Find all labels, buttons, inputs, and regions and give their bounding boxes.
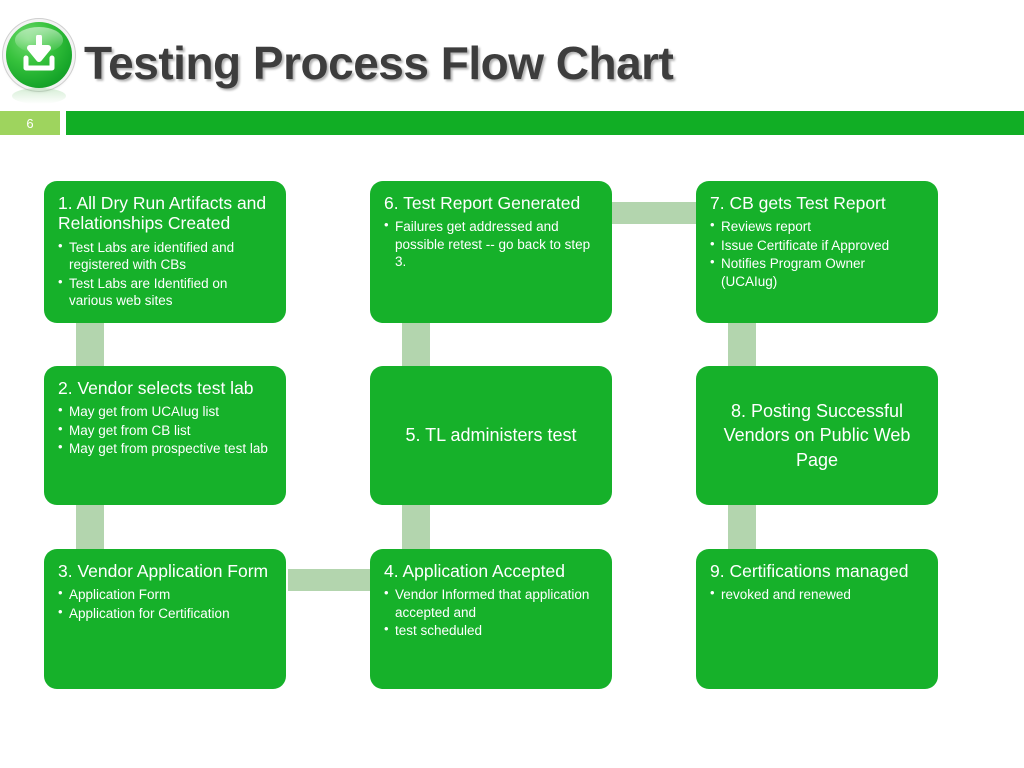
flow-node-6-bullets: Failures get addressed and possible rete… [384, 217, 598, 271]
connector-6-7 [612, 202, 700, 224]
connector-4-5 [402, 503, 430, 551]
flow-node-2-title: 2. Vendor selects test lab [58, 378, 254, 398]
list-item: Notifies Program Owner (UCAIug) [710, 254, 924, 290]
flow-node-6[interactable]: 6. Test Report Generated Failures get ad… [370, 181, 612, 323]
list-item: Vendor Informed that application accepte… [384, 585, 598, 621]
list-item: test scheduled [384, 621, 598, 640]
flow-node-1-bullets: Test Labs are identified and registered … [58, 238, 272, 310]
flow-node-3-bullets: Application Form Application for Certifi… [58, 585, 272, 623]
connector-5-6 [402, 320, 430, 370]
flow-node-7-bullets: Reviews report Issue Certificate if Appr… [710, 217, 924, 290]
flow-node-4-bullets: Vendor Informed that application accepte… [384, 585, 598, 640]
flow-node-2-bullets: May get from UCAIug list May get from CB… [58, 402, 272, 458]
flow-node-6-title: 6. Test Report Generated [384, 193, 581, 213]
list-item: Failures get addressed and possible rete… [384, 217, 598, 271]
flow-node-5[interactable]: 5. TL administers test [370, 366, 612, 505]
list-item: revoked and renewed [710, 585, 924, 604]
flow-node-8-title: 8. Posting Successful Vendors on Public … [723, 401, 911, 470]
list-item: Application Form [58, 585, 272, 604]
list-item: Issue Certificate if Approved [710, 236, 924, 255]
list-item: May get from CB list [58, 421, 272, 440]
flow-node-9[interactable]: 9. Certifications managed revoked and re… [696, 549, 938, 689]
list-item: May get from prospective test lab [58, 439, 272, 458]
flow-node-3-title: 3. Vendor Application Form [58, 561, 269, 581]
flow-node-8[interactable]: 8. Posting Successful Vendors on Public … [696, 366, 938, 505]
flow-node-4[interactable]: 4. Application Accepted Vendor Informed … [370, 549, 612, 689]
flow-node-7-title: 7. CB gets Test Report [710, 193, 886, 213]
flow-node-9-bullets: revoked and renewed [710, 585, 924, 604]
connector-8-9 [728, 503, 756, 551]
list-item: May get from UCAIug list [58, 402, 272, 421]
flow-node-4-title: 4. Application Accepted [384, 561, 565, 581]
list-item: Test Labs are identified and registered … [58, 238, 272, 274]
list-item: Reviews report [710, 217, 924, 236]
list-item: Test Labs are Identified on various web … [58, 274, 272, 310]
flow-node-7[interactable]: 7. CB gets Test Report Reviews report Is… [696, 181, 938, 323]
flow-node-1[interactable]: 1. All Dry Run Artifacts and Relationshi… [44, 181, 286, 323]
list-item: Application for Certification [58, 604, 272, 623]
flow-node-3[interactable]: 3. Vendor Application Form Application F… [44, 549, 286, 689]
connector-2-3 [76, 503, 104, 551]
flow-node-5-title: 5. TL administers test [405, 425, 577, 446]
connector-1-2 [76, 320, 104, 370]
flow-node-1-title: 1. All Dry Run Artifacts and Relationshi… [58, 193, 267, 234]
connector-3-4 [288, 569, 376, 591]
connector-7-8 [728, 320, 756, 370]
flow-node-9-title: 9. Certifications managed [710, 561, 909, 581]
flow-chart: 1. All Dry Run Artifacts and Relationshi… [0, 0, 1024, 768]
flow-node-2[interactable]: 2. Vendor selects test lab May get from … [44, 366, 286, 505]
